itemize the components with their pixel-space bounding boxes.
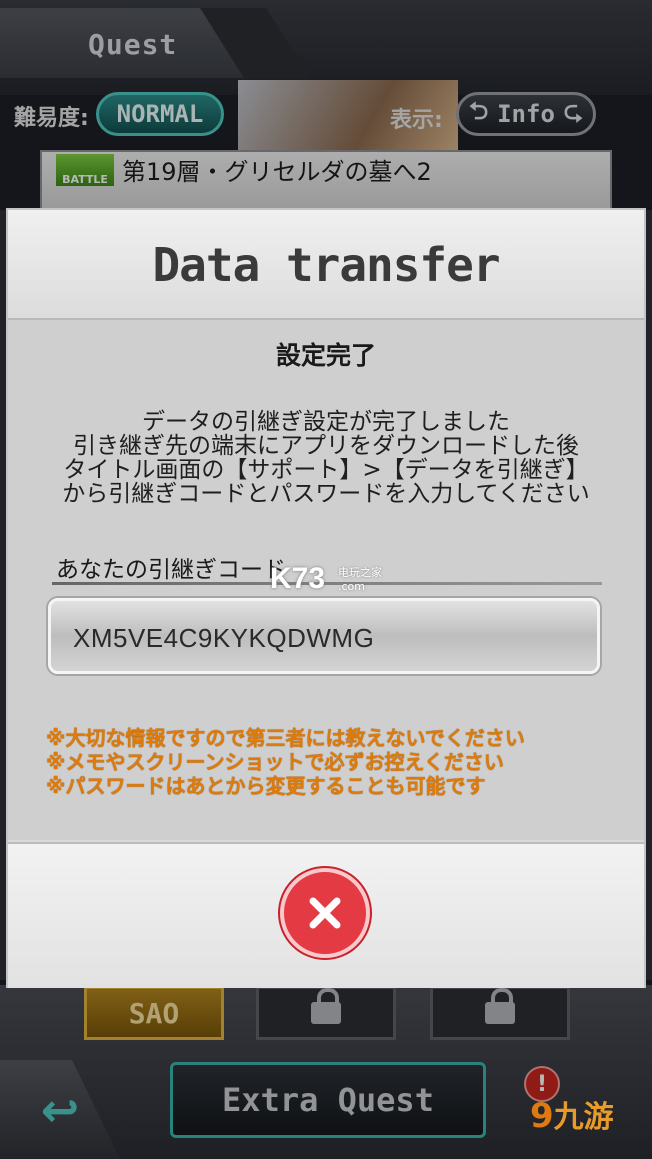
extra-quest-button[interactable]: Extra Quest xyxy=(170,1062,486,1138)
warning-line: ※大切な情報ですので第三者には教えないでください xyxy=(46,726,525,750)
page-title: Quest xyxy=(88,28,178,61)
locked-tab-2[interactable] xyxy=(430,986,570,1040)
display-toggle-button[interactable]: ⮌ Info ⮎ xyxy=(456,92,596,136)
ninegame-watermark: 9九游 xyxy=(530,1092,614,1136)
transfer-code-value[interactable]: XM5VE4C9KYKQDWMG xyxy=(73,623,374,654)
dialog-title: Data transfer xyxy=(152,238,500,292)
status-heading: 設定完了 xyxy=(275,341,376,370)
warning-notes: ※大切な情報ですので第三者には教えないでください ※メモやスクリーンショットで必… xyxy=(46,726,626,798)
instruction-line: から引継ぎコードとパスワードを入力してください xyxy=(62,481,590,507)
lock-icon xyxy=(485,988,515,1026)
warning-line: ※メモやスクリーンショットで必ずお控えください xyxy=(46,750,504,774)
display-toggle-label: Info xyxy=(497,100,555,128)
ninegame-watermark-text: 九游 xyxy=(553,1100,614,1135)
locked-tab-1[interactable] xyxy=(256,986,396,1040)
dialog-header: Data transfer xyxy=(8,210,644,320)
k73-watermark-subtitle: 电玩之家 .com xyxy=(338,564,382,593)
battle-tag: BATTLE xyxy=(56,154,114,186)
quest-list-item[interactable]: BATTLE 第19層・グリセルダの墓へ2 xyxy=(40,150,612,210)
transfer-code-field[interactable]: XM5VE4C9KYKQDWMG xyxy=(48,598,600,674)
display-label: 表示: xyxy=(390,108,443,133)
arrow-left-icon: ⮌ xyxy=(469,96,489,125)
k73-watermark: K73 xyxy=(270,562,326,595)
divider xyxy=(52,582,602,585)
warning-line: ※パスワードはあとから変更することも可能です xyxy=(46,774,486,798)
back-arrow-icon: ↩ xyxy=(40,1082,80,1137)
close-icon xyxy=(309,897,341,929)
instructions-text: データの引継ぎ設定が完了しました 引き継ぎ先の端末にアプリをダウンロードした後 … xyxy=(20,410,632,506)
lock-icon xyxy=(311,988,341,1026)
k73-watermark-name: 电玩之家 xyxy=(338,566,382,579)
difficulty-label: 難易度: xyxy=(14,106,89,131)
arrow-right-icon: ⮎ xyxy=(563,96,583,125)
quest-name: 第19層・グリセルダの墓へ2 xyxy=(122,158,432,186)
k73-watermark-domain: .com xyxy=(338,580,365,593)
transfer-code-label: あなたの引継ぎコード xyxy=(56,557,286,583)
sao-tab[interactable]: SAO xyxy=(84,986,224,1040)
close-button[interactable] xyxy=(280,868,370,958)
ninegame-logo-icon: 9 xyxy=(530,1096,554,1136)
difficulty-button[interactable]: NORMAL xyxy=(96,92,224,136)
instruction-line: データの引継ぎ設定が完了しました xyxy=(142,409,510,435)
instruction-line: タイトル画面の【サポート】>【データを引継ぎ】 xyxy=(63,457,589,483)
data-transfer-dialog: Data transfer 設定完了 データの引継ぎ設定が完了しました 引き継ぎ… xyxy=(8,210,644,988)
instruction-line: 引き継ぎ先の端末にアプリをダウンロードした後 xyxy=(73,433,579,459)
